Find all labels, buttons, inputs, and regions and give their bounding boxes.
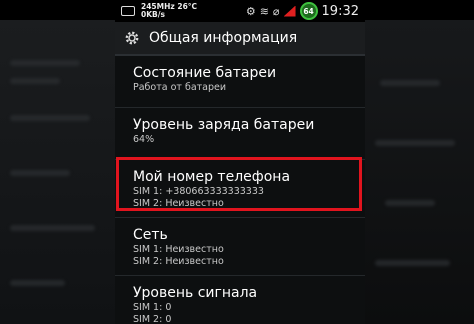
list-item-signal-strength[interactable]: Уровень сигнала SIM 1: 0 SIM 2: 0 <box>115 276 365 324</box>
item-title: Состояние батареи <box>133 65 277 81</box>
item-subtitle: Работа от батареи <box>133 82 227 93</box>
highlight-box <box>116 157 362 211</box>
item-subtitle: 64% <box>133 134 155 145</box>
settings-icon: ⚙ <box>245 4 256 18</box>
gear-icon[interactable] <box>123 29 141 47</box>
clock: 19:32 <box>321 3 359 19</box>
net-speed: 0KB/s <box>141 10 165 19</box>
page-title: Общая информация <box>149 30 298 46</box>
list-item-battery-level[interactable]: Уровень заряда батареи 64% <box>115 108 365 160</box>
item-subtitle: SIM 2: Неизвестно <box>133 256 224 267</box>
item-subtitle: SIM 1: Неизвестно <box>133 244 224 255</box>
item-title: Уровень сигнала <box>133 285 258 301</box>
usb-icon <box>121 6 135 16</box>
battery-level: 64 <box>303 6 314 16</box>
item-subtitle: SIM 1: 0 <box>133 302 172 313</box>
list-item-network[interactable]: Сеть SIM 1: Неизвестно SIM 2: Неизвестно <box>115 218 365 276</box>
wifi-icon: ≋ <box>259 4 269 18</box>
status-bar: 245MHz 26°C 0KB/s ⚙ ≋ ⌀ 64 19:32 <box>115 0 365 22</box>
background-left-blur <box>0 20 115 324</box>
item-subtitle: SIM 2: 0 <box>133 314 172 324</box>
signal-icon <box>283 5 296 17</box>
alarm-icon: ⌀ <box>272 4 280 18</box>
list-item-battery-status[interactable]: Состояние батареи Работа от батареи <box>115 56 365 108</box>
battery-icon: 64 <box>299 2 318 20</box>
item-title: Уровень заряда батареи <box>133 117 315 133</box>
item-title: Сеть <box>133 227 168 243</box>
background-right-blur <box>365 20 474 324</box>
action-bar: Общая информация <box>115 22 365 56</box>
cpu-info: 245MHz 26°C 0KB/s <box>141 3 197 19</box>
